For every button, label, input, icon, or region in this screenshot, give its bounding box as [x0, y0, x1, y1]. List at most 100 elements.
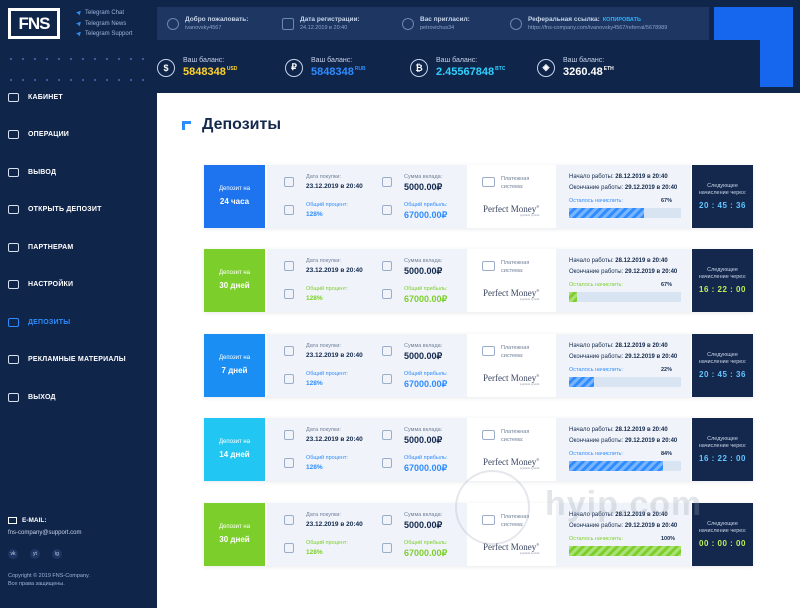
coins-icon [382, 430, 392, 440]
start-date: 28.12.2019 в 20:40 [615, 174, 668, 180]
vk-icon[interactable]: vk [8, 549, 18, 559]
nav-deposits[interactable]: ДЕПОЗИТЫ [8, 318, 70, 327]
work-period: Начало работы: 28.12.2019 в 20:40 Окончан… [556, 418, 691, 481]
balance-eth: ◈ Ваш баланс: 3260.48ETH [537, 57, 614, 78]
telegram-chat-link[interactable]: Telegram Chat [76, 10, 124, 16]
progress-bar [569, 292, 681, 302]
nav-withdraw[interactable]: ВЫВОД [8, 168, 56, 177]
deposit-details: Дата покупки: 23.12.2019 в 20:40 Сумма вкл… [267, 503, 467, 566]
ethereum-icon: ◈ [537, 58, 555, 77]
deposit-row: Депозит на 30 дней Дата покупки: 23.12.2019… [204, 249, 753, 312]
progress-percent: 67% [661, 282, 673, 288]
percent-icon [284, 289, 294, 299]
progress-fill [569, 292, 577, 302]
sidebar: КАБИНЕТ ОПЕРАЦИИ ВЫВОД ОТКРЫТЬ ДЕПОЗИТ П… [0, 93, 157, 608]
calendar-icon [284, 177, 294, 187]
referral-info: Реферальная ссылка: КОПИРОВАТЬ https://fns… [510, 7, 667, 40]
coins-icon [382, 261, 392, 271]
balance-usd: $ Ваш баланс: 5848348USD [157, 57, 237, 78]
deposit-details: Дата покупки: 23.12.2019 в 20:40 Сумма вкл… [267, 418, 467, 481]
progress-bar [569, 546, 681, 556]
work-period: Начало работы: 28.12.2019 в 20:40 Окончан… [556, 165, 691, 228]
calendar-icon [284, 430, 294, 440]
perfect-money-logo: Perfect Money® payment system [483, 457, 540, 470]
telegram-icon [76, 10, 81, 16]
page-title: Депозиты [202, 116, 282, 133]
balance-rub: ₽ Ваш баланс: 5848348RUB [285, 57, 366, 78]
coins-icon [382, 177, 392, 187]
settings-icon [8, 280, 19, 289]
countdown: 16 : 22 : 00 [699, 285, 746, 294]
header: FNS Telegram Chat Telegram News Telegram… [0, 0, 800, 93]
coins-icon [382, 346, 392, 356]
deposit-type-badge: Депозит на 30 дней [204, 503, 265, 566]
start-date: 28.12.2019 в 20:40 [615, 258, 668, 264]
countdown: 00 : 00 : 00 [699, 539, 746, 548]
progress-fill [569, 377, 594, 387]
next-accrual-timer: Следующее начисление через: 16 : 22 : 00 [692, 249, 753, 312]
nav-promo[interactable]: РЕКЛАМНЫЕ МАТЕРИАЛЫ [8, 355, 126, 364]
email-link[interactable]: fns-company@support.com [8, 530, 81, 536]
promo-icon [8, 355, 19, 364]
buy-date: 23.12.2019 в 20:40 [306, 521, 363, 528]
registration-info: Дата регистрации: 24.12.2019 в 20:40 [282, 7, 360, 40]
nav-settings[interactable]: НАСТРОЙКИ [8, 280, 73, 289]
logo[interactable]: FNS [8, 8, 60, 39]
nav-open-deposit[interactable]: ОТКРЫТЬ ДЕПОЗИТ [8, 205, 102, 214]
progress-fill [569, 546, 681, 556]
nav-cabinet[interactable]: КАБИНЕТ [8, 93, 63, 102]
total-profit: 67000.00₽ [404, 210, 448, 220]
calendar-icon [282, 17, 294, 30]
countdown: 16 : 22 : 00 [699, 454, 746, 463]
telegram-support-link[interactable]: Telegram Support [76, 31, 132, 37]
calendar-icon [284, 515, 294, 525]
deposit-type-badge: Депозит на 14 дней [204, 418, 265, 481]
end-date: 29.12.2019 в 20:40 [624, 354, 678, 360]
buy-date: 23.12.2019 в 20:40 [306, 352, 363, 359]
link-icon [510, 17, 522, 30]
buy-date: 23.12.2019 в 20:40 [306, 183, 363, 190]
progress-bar [569, 208, 681, 218]
perfect-money-logo: Perfect Money® payment system [483, 288, 540, 301]
welcome-info: Добро пожаловать: ivanovsky4567 [167, 7, 248, 40]
nav-partners[interactable]: ПАРТНЕРАМ [8, 243, 73, 252]
wallet-icon [8, 168, 19, 177]
wallet-icon [482, 261, 495, 271]
nav-logout[interactable]: ВЫХОД [8, 393, 56, 402]
deposit-row: Депозит на 7 дней Дата покупки: 23.12.2019 … [204, 334, 753, 397]
youtube-icon[interactable]: yt [30, 549, 40, 559]
profit-icon [382, 374, 392, 384]
start-date: 28.12.2019 в 20:40 [615, 343, 668, 349]
copy-referral-button[interactable]: КОПИРОВАТЬ [603, 17, 641, 23]
bitcoin-icon: ₿ [410, 58, 428, 77]
nav-operations[interactable]: ОПЕРАЦИИ [8, 130, 69, 139]
next-accrual-timer: Следующее начисление через: 20 : 45 : 36 [692, 334, 753, 397]
deposit-details: Дата покупки: 23.12.2019 в 20:40 Сумма вкл… [267, 165, 467, 228]
total-profit: 67000.00₽ [404, 463, 448, 473]
total-percent: 128% [306, 295, 323, 302]
end-date: 29.12.2019 в 20:40 [624, 438, 678, 444]
mail-icon [8, 517, 17, 524]
deposit-sum: 5000.00₽ [404, 435, 443, 445]
percent-icon [284, 374, 294, 384]
end-date: 29.12.2019 в 20:40 [624, 185, 678, 191]
ruble-icon: ₽ [285, 58, 303, 77]
instagram-icon[interactable]: ig [52, 549, 62, 559]
calendar-icon [284, 346, 294, 356]
coins-icon [382, 515, 392, 525]
start-date: 28.12.2019 в 20:40 [615, 427, 668, 433]
user-info-bar: Добро пожаловать: ivanovsky4567 Дата реги… [157, 7, 709, 40]
copyright-line-1: Copyright © 2019 FNS-Company. [8, 573, 90, 579]
deposit-duration: 7 дней [221, 366, 248, 375]
profit-icon [382, 458, 392, 468]
partners-icon [8, 243, 19, 252]
percent-icon [284, 543, 294, 553]
referral-link[interactable]: https://fns-company.com/ivanovsky4567/re… [528, 25, 667, 31]
telegram-news-link[interactable]: Telegram News [76, 21, 126, 27]
deposit-row: Депозит на 24 часа Дата покупки: 23.12.2019… [204, 165, 753, 228]
progress-percent: 67% [661, 198, 673, 204]
logout-icon [8, 393, 19, 402]
profit-icon [382, 543, 392, 553]
progress-fill [569, 461, 664, 471]
dashboard-icon [8, 93, 19, 102]
